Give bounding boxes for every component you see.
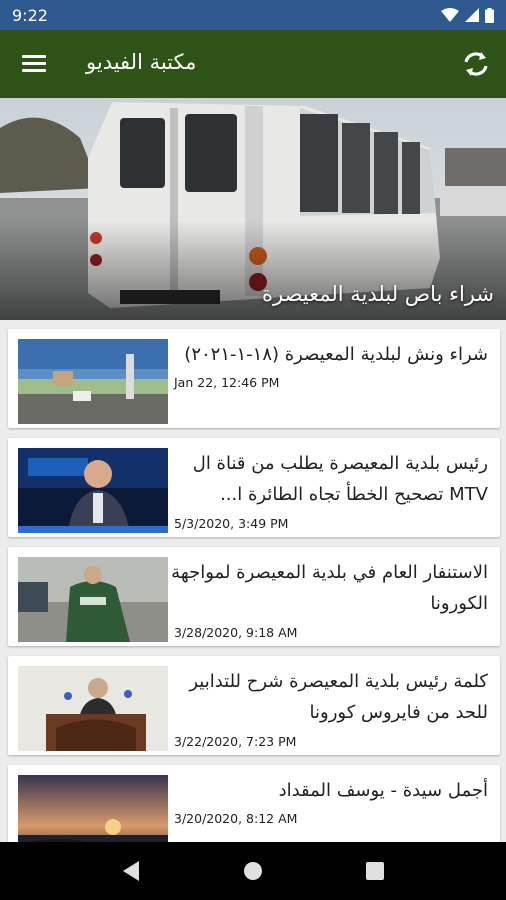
video-title: أجمل سيدة - يوسف المقداد [278, 780, 488, 801]
video-date: 3/28/2020, 9:18 AM [174, 625, 298, 640]
video-thumbnail [18, 339, 168, 424]
video-thumbnail [18, 666, 168, 751]
page-title: مكتبة الفيديو [86, 50, 197, 74]
video-date: 3/20/2020, 8:12 AM [174, 811, 298, 826]
recents-icon[interactable] [355, 851, 395, 891]
video-title: رئيس بلدية المعيصرة يطلب من قناة ال MTV … [192, 453, 488, 505]
video-date: Jan 22, 12:46 PM [174, 375, 280, 390]
menu-icon[interactable] [14, 46, 54, 82]
status-bar: 9:22 [0, 0, 506, 30]
featured-video[interactable]: شراء باص لبلدية المعيصرة [0, 98, 506, 320]
wifi-icon [441, 8, 459, 22]
list-item[interactable]: الاستنفار العام في بلدية المعيصرة لمواجه… [8, 547, 500, 646]
back-icon[interactable] [111, 851, 151, 891]
list-item[interactable]: أجمل سيدة - يوسف المقداد 3/20/2020, 8:12… [8, 765, 500, 842]
featured-video-title: شراء باص لبلدية المعيصرة [261, 282, 494, 306]
cell-signal-icon [465, 8, 479, 22]
list-item[interactable]: شراء ونش لبلدية المعيصرة (١٨-١-٢٠٢١) Jan… [8, 329, 500, 428]
video-title: شراء ونش لبلدية المعيصرة (١٨-١-٢٠٢١) [184, 344, 488, 365]
video-list: شراء ونش لبلدية المعيصرة (١٨-١-٢٠٢١) Jan… [0, 320, 506, 842]
battery-icon [485, 7, 494, 23]
video-date: 3/22/2020, 7:23 PM [174, 734, 297, 749]
video-title: كلمة رئيس بلدية المعيصرة شرح للتدابير لل… [189, 671, 488, 723]
video-thumbnail [18, 775, 168, 842]
refresh-icon[interactable] [456, 44, 496, 84]
video-date: 5/3/2020, 3:49 PM [174, 516, 289, 531]
clock: 9:22 [12, 5, 48, 25]
list-item[interactable]: رئيس بلدية المعيصرة يطلب من قناة ال MTV … [8, 438, 500, 537]
video-thumbnail [18, 448, 168, 533]
home-icon[interactable] [233, 851, 273, 891]
app-bar: مكتبة الفيديو [0, 30, 506, 98]
video-thumbnail [18, 557, 168, 642]
list-item[interactable]: كلمة رئيس بلدية المعيصرة شرح للتدابير لل… [8, 656, 500, 755]
video-title: الاستنفار العام في بلدية المعيصرة لمواجه… [171, 562, 488, 614]
navigation-bar [0, 842, 506, 900]
